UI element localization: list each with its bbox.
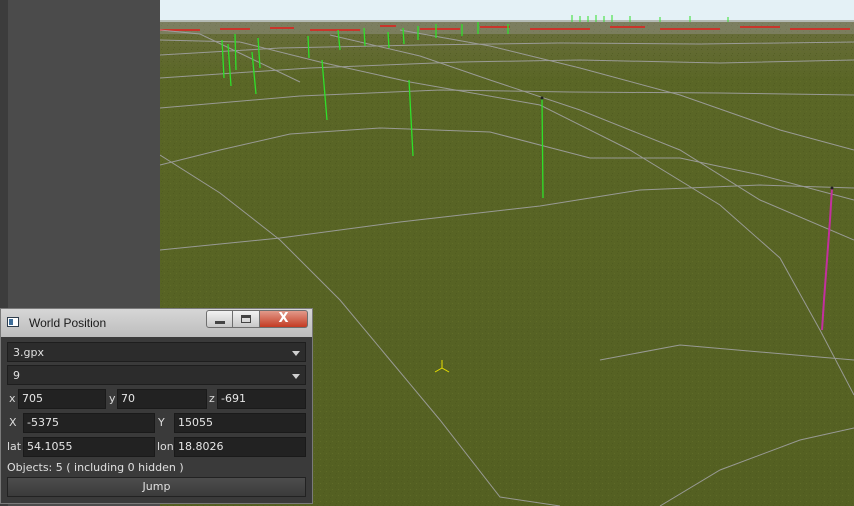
world-y-label: Y (158, 416, 165, 429)
lat-label: lat (7, 440, 22, 453)
track-select[interactable]: 9 (7, 365, 306, 385)
file-select[interactable]: 3.gpx (7, 342, 306, 362)
world-x-field[interactable]: -5375 (23, 413, 155, 433)
x-label: x (9, 392, 16, 405)
objects-status: Objects: 5 ( including 0 hidden ) (7, 461, 184, 474)
close-button[interactable]: X (260, 310, 308, 328)
minimize-button[interactable] (206, 310, 233, 328)
window-title: World Position (29, 316, 107, 330)
z-label: z (209, 392, 215, 405)
world-y-field[interactable]: 15055 (174, 413, 306, 433)
close-icon: X (278, 311, 289, 326)
y-label: y (109, 392, 116, 405)
sky (160, 0, 854, 22)
window-titlebar[interactable]: World Position X (1, 309, 312, 337)
lat-field[interactable]: 54.1055 (23, 437, 155, 457)
x-field[interactable]: 705 (18, 389, 106, 409)
chevron-down-icon (292, 374, 300, 379)
chevron-down-icon (292, 351, 300, 356)
lon-field[interactable]: 18.8026 (174, 437, 306, 457)
minimize-icon (215, 321, 225, 324)
jump-button[interactable]: Jump (7, 477, 306, 497)
window-controls: X (206, 310, 308, 328)
y-field[interactable]: 70 (117, 389, 207, 409)
maximize-icon (241, 315, 251, 323)
lon-label: lon (157, 440, 174, 453)
window-app-icon (7, 317, 19, 327)
world-x-label: X (9, 416, 17, 429)
maximize-button[interactable] (233, 310, 260, 328)
file-select-value: 3.gpx (13, 346, 44, 359)
track-marker-cap (540, 96, 544, 100)
z-field[interactable]: -691 (217, 389, 306, 409)
track-select-value: 9 (13, 369, 20, 382)
world-position-window[interactable]: World Position X 3.gpx 9 x 705 y 70 z -6… (0, 308, 313, 504)
